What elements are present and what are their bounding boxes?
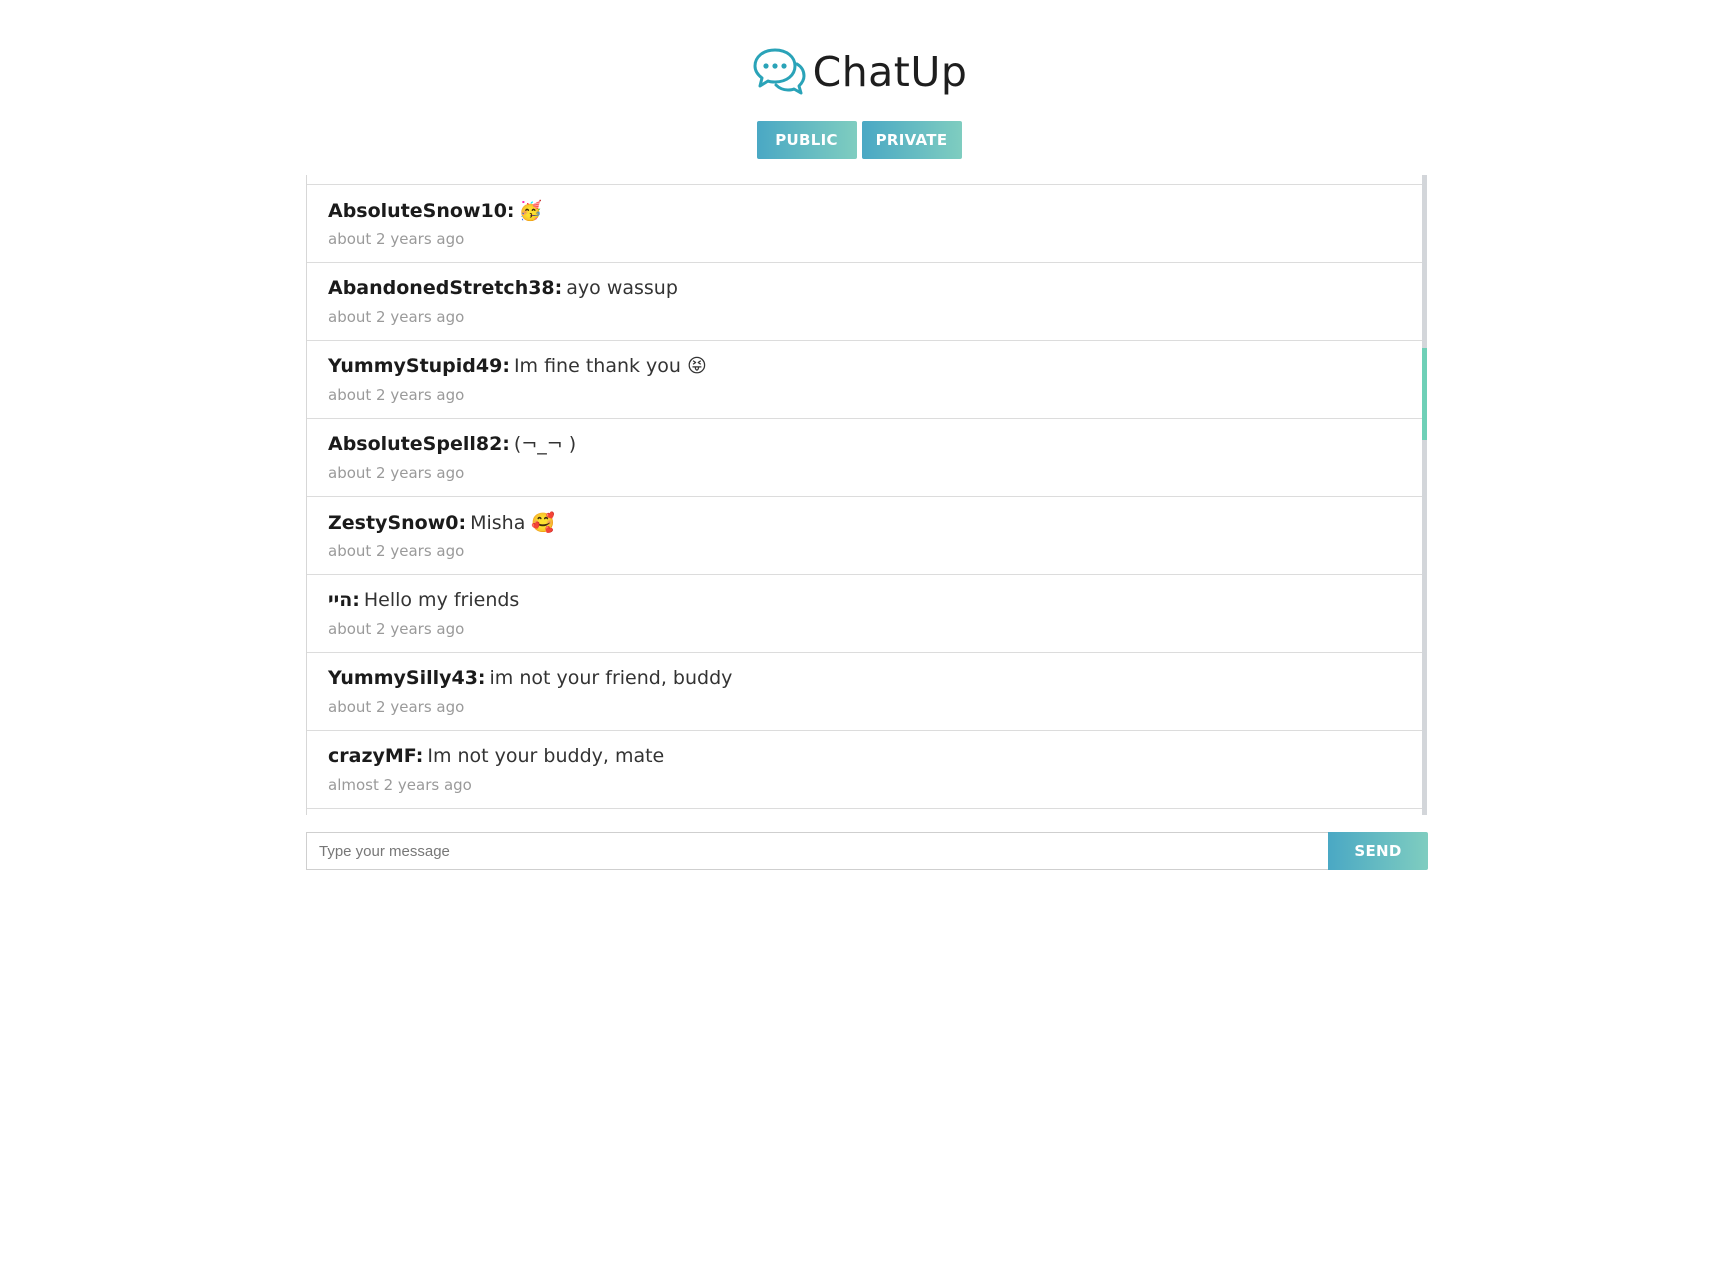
- message-text: im not your friend, buddy: [489, 667, 733, 689]
- chat-page: ChatUp PUBLIC PRIVATE AbsoluteSnow10: 🥳 a…: [0, 0, 1718, 1279]
- message-username: YummyStupid49:: [328, 355, 510, 377]
- message-text: 🥳: [518, 200, 543, 222]
- message-username: ZestySnow0:: [328, 512, 467, 534]
- app-title: ChatUp: [812, 48, 968, 96]
- message-list: AbsoluteSnow10: 🥳 about 2 years ago Aband…: [307, 184, 1423, 809]
- send-button[interactable]: SEND: [1328, 832, 1428, 870]
- message-text: Im fine thank you 😝: [513, 355, 707, 377]
- message-list-panel[interactable]: AbsoluteSnow10: 🥳 about 2 years ago Aband…: [306, 175, 1429, 815]
- message-username: AbsoluteSpell82:: [328, 433, 510, 455]
- message-text: Hello my friends: [363, 589, 520, 611]
- scrollbar-thumb[interactable]: [1422, 348, 1427, 440]
- message-item: AbandonedStretch38: ayo wassup about 2 ye…: [307, 263, 1423, 341]
- message-timestamp: about 2 years ago: [328, 620, 465, 638]
- message-timestamp: about 2 years ago: [328, 230, 465, 248]
- message-text: (¬_¬ ): [513, 433, 577, 455]
- message-timestamp: about 2 years ago: [328, 464, 465, 482]
- message-item: crazyMF: Im not your buddy, mate almost 2…: [307, 731, 1423, 809]
- message-item: ZestySnow0: Misha 🥰 about 2 years ago: [307, 497, 1423, 575]
- message-username: AbsoluteSnow10:: [328, 200, 515, 222]
- message-composer: SEND: [306, 832, 1428, 870]
- message-username: YummySilly43:: [328, 667, 486, 689]
- message-timestamp: about 2 years ago: [328, 698, 465, 716]
- tab-private[interactable]: PRIVATE: [861, 121, 962, 159]
- message-username: AbandonedStretch38:: [328, 277, 563, 299]
- message-item: AbsoluteSnow10: 🥳 about 2 years ago: [307, 185, 1423, 263]
- message-input[interactable]: [306, 832, 1328, 870]
- message-text: ayo wassup: [566, 277, 678, 299]
- message-text: Misha 🥰: [470, 512, 556, 534]
- message-username: היי:: [328, 589, 360, 611]
- tab-public[interactable]: PUBLIC: [756, 121, 857, 159]
- message-timestamp: about 2 years ago: [328, 386, 465, 404]
- message-item: היי: Hello my friends about 2 years ago: [307, 575, 1423, 653]
- message-text: Im not your buddy, mate: [427, 745, 665, 767]
- message-timestamp: about 2 years ago: [328, 542, 465, 560]
- message-item: AbsoluteSpell82: (¬_¬ ) about 2 years ago: [307, 419, 1423, 497]
- chat-bubbles-icon: [753, 48, 806, 95]
- message-item: YummyStupid49: Im fine thank you 😝 about …: [307, 341, 1423, 419]
- message-timestamp: about 2 years ago: [328, 308, 465, 326]
- app-header: ChatUp: [0, 46, 1718, 98]
- message-list-scrollbar[interactable]: [1422, 175, 1427, 815]
- chat-tabs: PUBLIC PRIVATE: [0, 121, 1718, 159]
- message-timestamp: almost 2 years ago: [328, 776, 472, 794]
- message-username: crazyMF:: [328, 745, 424, 767]
- message-item: YummySilly43: im not your friend, buddy a…: [307, 653, 1423, 731]
